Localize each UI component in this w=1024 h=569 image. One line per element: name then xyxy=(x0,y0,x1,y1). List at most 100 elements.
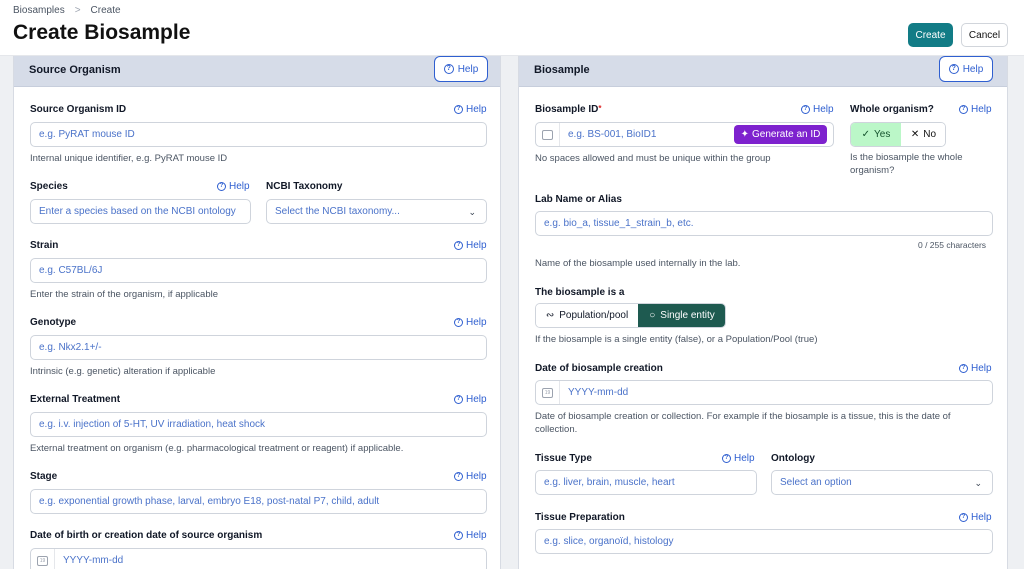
help-circle-icon: ? xyxy=(217,182,226,191)
external-treatment-hint: External treatment on organism (e.g. pha… xyxy=(30,443,404,454)
tissue-preparation-help-link[interactable]: ? Help xyxy=(959,512,992,523)
source-organism-id-label: Source Organism ID xyxy=(30,104,127,115)
help-circle-icon: ? xyxy=(959,105,968,114)
help-circle-icon: ? xyxy=(454,105,463,114)
genotype-label: Genotype xyxy=(30,317,77,328)
check-icon: ✓ xyxy=(861,129,871,140)
source-organism-id-help-link[interactable]: ? Help xyxy=(454,104,487,115)
date-of-birth-placeholder: YYYY-mm-dd xyxy=(63,555,124,566)
species-input[interactable]: Enter a species based on the NCBI ontolo… xyxy=(30,199,251,224)
external-treatment-input[interactable]: e.g. i.v. injection of 5-HT, UV irradiat… xyxy=(30,412,487,437)
date-creation-help-link[interactable]: ? Help xyxy=(959,363,992,374)
lab-name-input[interactable]: e.g. bio_a, tissue_1_strain_b, etc. xyxy=(535,211,993,236)
calendar-icon-container: 19 xyxy=(536,381,560,404)
x-icon: ✕ xyxy=(910,129,920,140)
ncbi-taxonomy-label: NCBI Taxonomy xyxy=(266,181,343,192)
ncbi-taxonomy-select[interactable]: Select the NCBI taxonomy... ⌄ xyxy=(266,199,487,224)
ontology-select[interactable]: Select an option ⌄ xyxy=(771,470,993,495)
tissue-preparation-label: Tissue Preparation xyxy=(535,512,625,523)
whole-organism-label: Whole organism? xyxy=(850,104,934,115)
help-circle-icon: ? xyxy=(454,531,463,540)
create-button[interactable]: Create xyxy=(908,23,953,47)
stage-help-link[interactable]: ? Help xyxy=(454,471,487,482)
biosample-id-input[interactable]: e.g. BS-001, BioID1 ✦ Generate an ID xyxy=(535,122,834,147)
source-organism-header: Source Organism ? Help xyxy=(14,56,500,87)
biosample-help-button[interactable]: ? Help xyxy=(939,56,993,82)
help-circle-icon: ? xyxy=(443,64,454,74)
date-creation-input[interactable]: 19 YYYY-mm-dd xyxy=(535,380,993,405)
biosample-is-label: The biosample is a xyxy=(535,287,625,298)
chevron-down-icon: ⌄ xyxy=(468,207,476,217)
stage-input[interactable]: e.g. exponential growth phase, larval, e… xyxy=(30,489,487,514)
calendar-icon: 19 xyxy=(542,387,553,398)
help-link-label: Help xyxy=(734,453,755,464)
help-circle-icon: ? xyxy=(454,241,463,250)
date-creation-hint: Date of biosample creation or collection… xyxy=(535,411,951,435)
whole-organism-toggle: ✓ Yes ✕ No xyxy=(850,122,946,147)
help-circle-icon: ? xyxy=(454,472,463,481)
source-organism-panel: Source Organism ? Help Source Organism I… xyxy=(13,56,501,569)
species-help-link[interactable]: ? Help xyxy=(217,181,250,192)
population-pool-label: Population/pool xyxy=(559,310,629,321)
breadcrumb-biosamples-link[interactable]: Biosamples xyxy=(13,5,65,16)
lab-name-hint: Name of the biosample used internally in… xyxy=(535,258,741,269)
ontology-label: Ontology xyxy=(771,453,815,464)
calendar-icon-container: 19 xyxy=(31,549,55,569)
page-title: Create Biosample xyxy=(13,21,191,44)
strain-hint: Enter the strain of the organism, if app… xyxy=(30,289,218,300)
no-label: No xyxy=(923,129,937,140)
ncbi-taxonomy-placeholder: Select the NCBI taxonomy... xyxy=(275,206,400,217)
help-button-label: Help xyxy=(457,63,479,75)
breadcrumb-current: Create xyxy=(90,5,121,16)
date-of-birth-help-link[interactable]: ? Help xyxy=(454,530,487,541)
biosample-is-hint: If the biosample is a single entity (fal… xyxy=(535,334,818,345)
biosample-panel: Biosample ? Help Biosample ID* ? Help e.g… xyxy=(518,56,1008,569)
required-asterisk: * xyxy=(598,104,602,113)
help-circle-icon: ? xyxy=(959,364,968,373)
genotype-help-link[interactable]: ? Help xyxy=(454,317,487,328)
help-link-label: Help xyxy=(971,512,992,523)
sparkle-icon: ✦ xyxy=(740,129,749,140)
help-circle-icon: ? xyxy=(801,105,810,114)
help-link-label: Help xyxy=(229,181,250,192)
breadcrumb: Biosamples > Create xyxy=(13,5,121,16)
external-treatment-help-link[interactable]: ? Help xyxy=(454,394,487,405)
id-card-icon xyxy=(542,129,553,140)
strain-help-link[interactable]: ? Help xyxy=(454,240,487,251)
species-label: Species xyxy=(30,181,68,192)
generate-id-button[interactable]: ✦ Generate an ID xyxy=(734,125,827,144)
help-link-label: Help xyxy=(466,530,487,541)
whole-organism-no-option[interactable]: ✕ No xyxy=(901,123,945,146)
tissue-type-label: Tissue Type xyxy=(535,453,592,464)
population-pool-option[interactable]: ∾ Population/pool xyxy=(536,304,638,327)
date-of-birth-input[interactable]: 19 YYYY-mm-dd xyxy=(30,548,487,569)
generate-id-label: Generate an ID xyxy=(752,129,821,140)
genotype-input[interactable]: e.g. Nkx2.1+/- xyxy=(30,335,487,360)
help-circle-icon: ? xyxy=(454,318,463,327)
help-link-label: Help xyxy=(971,363,992,374)
source-organism-help-button[interactable]: ? Help xyxy=(434,56,488,82)
cancel-button[interactable]: Cancel xyxy=(961,23,1008,47)
biosample-id-help-link[interactable]: ? Help xyxy=(801,104,834,115)
help-circle-icon: ? xyxy=(959,513,968,522)
strain-input[interactable]: e.g. C57BL/6J xyxy=(30,258,487,283)
tissue-type-help-link[interactable]: ? Help xyxy=(722,453,755,464)
circle-icon: ○ xyxy=(649,310,656,321)
help-link-label: Help xyxy=(466,317,487,328)
biosample-type-toggle: ∾ Population/pool ○ Single entity xyxy=(535,303,726,328)
lab-name-label: Lab Name or Alias xyxy=(535,194,622,205)
date-creation-placeholder: YYYY-mm-dd xyxy=(568,387,629,398)
whole-organism-yes-option[interactable]: ✓ Yes xyxy=(851,123,901,146)
single-entity-option[interactable]: ○ Single entity xyxy=(638,304,725,327)
tissue-preparation-input[interactable]: e.g. slice, organoïd, histology xyxy=(535,529,993,554)
source-organism-id-hint: Internal unique identifier, e.g. PyRAT m… xyxy=(30,153,228,164)
lab-name-counter: 0 / 255 characters xyxy=(918,240,987,250)
whole-organism-help-link[interactable]: ? Help xyxy=(959,104,992,115)
id-card-icon-container xyxy=(536,123,560,146)
calendar-icon: 19 xyxy=(37,555,48,566)
help-circle-icon: ? xyxy=(722,454,731,463)
help-circle-icon: ? xyxy=(454,395,463,404)
help-link-label: Help xyxy=(971,104,992,115)
source-organism-id-input[interactable]: e.g. PyRAT mouse ID xyxy=(30,122,487,147)
tissue-type-input[interactable]: e.g. liver, brain, muscle, heart xyxy=(535,470,757,495)
